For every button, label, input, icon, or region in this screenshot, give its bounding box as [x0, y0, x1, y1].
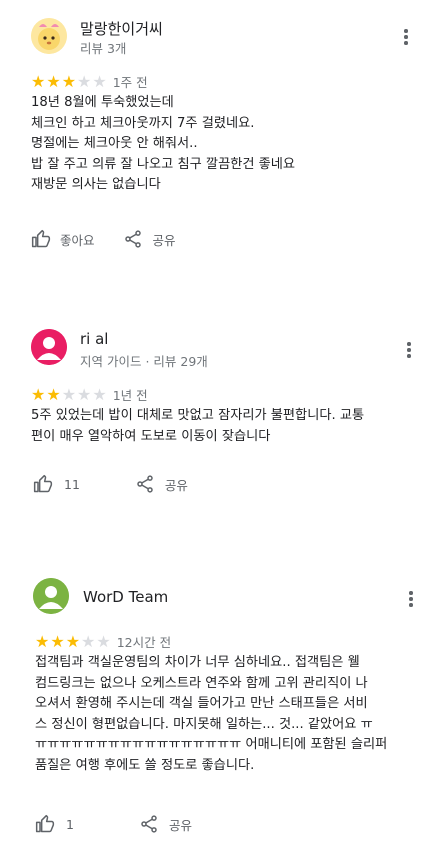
thumb-up-icon [33, 474, 53, 493]
share-label: 공유 [168, 817, 192, 833]
share-label: 공유 [164, 477, 188, 493]
person-avatar-icon [33, 578, 69, 614]
review-time: 1주 전 [112, 75, 148, 90]
review-text-line: 컴드링크는 없으나 오케스트라 연주와 함께 고위 관리직이 나 [35, 675, 368, 691]
star-icon: ★ [92, 384, 107, 404]
star-rating: ★ ★ ★ ★ ★ [35, 631, 111, 651]
like-label: 좋아요 [60, 232, 95, 248]
review-time: 1년 전 [112, 388, 148, 403]
share-label: 공유 [152, 232, 176, 248]
more-vert-icon[interactable] [399, 340, 419, 360]
star-icon: ★ [31, 384, 46, 404]
review-text-line: 품질은 여행 후에도 쓸 정도로 좋습니다. [35, 757, 255, 773]
star-icon: ★ [92, 71, 107, 91]
review-text-line: 체크인 하고 체크아웃까지 7주 걸렸네요. [31, 115, 255, 131]
like-button[interactable]: 1 [35, 814, 74, 834]
reviewer-meta: 지역 가이드 · 리뷰 29개 [80, 354, 208, 369]
star-icon: ★ [31, 71, 46, 91]
star-icon: ★ [61, 71, 77, 91]
review-text: 18년 8월에 투숙했었는데 체크인 하고 체크아웃까지 7주 걸렸네요. 명절… [31, 93, 295, 196]
star-icon: ★ [50, 631, 65, 651]
review-text-line: 재방문 의사는 없습니다 [31, 177, 161, 192]
reviewer-name[interactable]: 말랑한이거씨 [80, 18, 163, 39]
star-icon: ★ [81, 631, 96, 651]
like-button[interactable]: 좋아요 [31, 229, 95, 249]
more-vert-icon[interactable] [396, 27, 416, 47]
review-text: 접객팀과 객실운영팀의 차이가 너무 심하네요.. 접객팀은 웰 컴드링크는 없… [35, 653, 387, 776]
star-icon: ★ [77, 384, 92, 404]
review-actions: 좋아요 공유 [31, 229, 176, 249]
reviewer-name[interactable]: ri al [80, 330, 108, 348]
share-button[interactable]: 공유 [135, 474, 188, 494]
rating-row: ★ ★ ★ ★ ★ 12시간 전 [35, 632, 171, 651]
star-rating: ★ ★ ★ ★ ★ [31, 71, 107, 91]
review-actions: 11 공유 [33, 474, 188, 494]
review-card: 말랑한이거씨 리뷰 3개 ★ ★ ★ ★ ★ 1주 전 18년 8월에 투숙했었… [0, 0, 442, 290]
review-text-line: ㅠㅠㅠㅠㅠㅠㅠㅠㅠㅠㅠㅠㅠㅠㅠㅠㅠ 어매니티에 포함된 슬리퍼 [35, 737, 388, 752]
review-text-line: 명절에는 체크아웃 안 해줘서.. [31, 136, 198, 151]
yellow-face-avatar-icon [31, 18, 67, 54]
share-icon [141, 815, 157, 833]
star-icon: ★ [65, 631, 81, 651]
review-card: WorD Team ★ ★ ★ ★ ★ 12시간 전 접객팀과 객실운영팀의 차… [0, 560, 442, 861]
reviewer-meta: 리뷰 3개 [80, 41, 127, 56]
share-icon [124, 230, 141, 248]
review-text: 5주 있었는데 밥이 대체로 맛없고 잠자리가 불편합니다. 교통 편이 매우 … [31, 406, 364, 447]
thumb-up-icon [31, 229, 51, 248]
review-text-line: 스 정신이 형편없습니다. 마지못해 일하는... 것... 같았어요 ㅠ [35, 716, 373, 732]
star-rating: ★ ★ ★ ★ ★ [31, 384, 107, 404]
review-text-line: 접객팀과 객실운영팀의 차이가 너무 심하네요.. 접객팀은 웰 [35, 655, 360, 670]
avatar[interactable] [31, 18, 67, 54]
star-icon: ★ [96, 631, 111, 651]
review-text-line: 편이 매우 열악하여 도보로 이동이 잦습니다 [31, 428, 271, 444]
share-button[interactable]: 공유 [139, 814, 192, 834]
review-text-line: 5주 있었는데 밥이 대체로 맛없고 잠자리가 불편합니다. 교통 [31, 408, 365, 423]
star-icon: ★ [46, 384, 61, 404]
like-count: 1 [66, 816, 74, 832]
share-button[interactable]: 공유 [123, 229, 176, 249]
rating-row: ★ ★ ★ ★ ★ 1주 전 [31, 72, 148, 91]
avatar[interactable] [31, 329, 67, 365]
star-icon: ★ [46, 71, 61, 91]
thumb-up-icon [35, 814, 55, 833]
review-text-line: 오셔서 환영해 주시는데 객실 들어가고 만난 스태프들은 서비 [35, 696, 368, 711]
star-icon: ★ [35, 631, 50, 651]
avatar[interactable] [33, 578, 69, 614]
more-vert-icon[interactable] [401, 589, 421, 609]
review-card: ri al 지역 가이드 · 리뷰 29개 ★ ★ ★ ★ ★ 1년 전 5주 … [0, 310, 442, 540]
like-button[interactable]: 11 [33, 474, 80, 494]
reviewer-name[interactable]: WorD Team [83, 588, 168, 606]
rating-row: ★ ★ ★ ★ ★ 1년 전 [31, 385, 148, 404]
share-icon [137, 475, 153, 493]
person-avatar-icon [31, 329, 67, 365]
review-text-line: 밥 잘 주고 의류 잘 나오고 침구 깔끔한건 좋네요 [31, 156, 296, 172]
star-icon: ★ [77, 71, 92, 91]
review-actions: 1 공유 [35, 814, 192, 834]
like-count: 11 [64, 476, 80, 492]
star-icon: ★ [61, 384, 77, 404]
review-text-line: 18년 8월에 투숙했었는데 [31, 95, 174, 110]
review-time: 12시간 전 [116, 635, 172, 650]
